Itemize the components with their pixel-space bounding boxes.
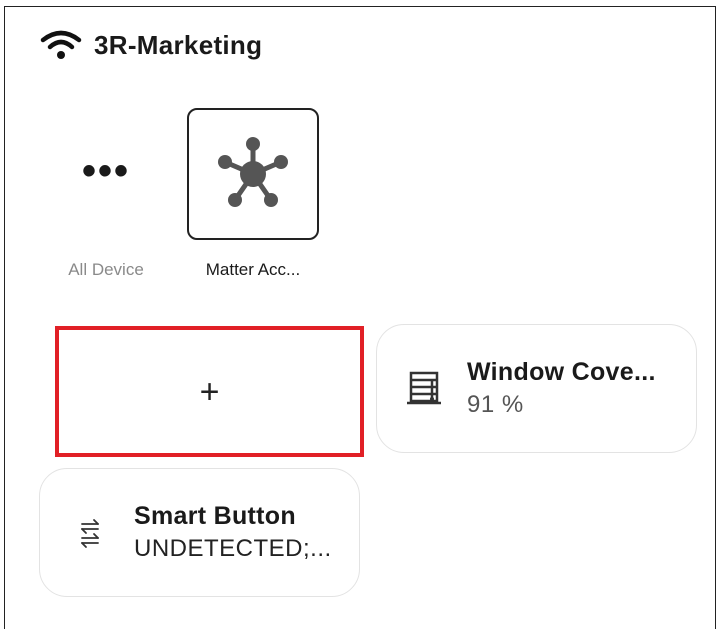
window-covering-icon	[407, 371, 441, 404]
add-device-button[interactable]: +	[55, 326, 364, 457]
plus-icon: +	[199, 372, 220, 411]
tab-matter-accessories[interactable]: Matter Acc...	[186, 108, 320, 280]
tab-label: Matter Acc...	[205, 260, 301, 279]
wifi-icon	[40, 30, 82, 59]
device-text: Window Cove... 91 %	[467, 358, 656, 419]
device-name: Window Cove...	[467, 358, 656, 386]
more-dots-icon: •••	[81, 149, 130, 193]
device-card-window-covering[interactable]: Window Cove... 91 %	[376, 324, 697, 453]
network-header[interactable]: 3R-Marketing	[40, 28, 262, 62]
device-status: 91 %	[467, 391, 524, 418]
device-card-smart-button[interactable]: Smart Button UNDETECTED;...	[39, 468, 360, 597]
device-name: Smart Button	[134, 502, 296, 530]
device-status: UNDETECTED;...	[134, 535, 332, 562]
matter-hub-icon	[218, 137, 288, 207]
tab-all-device[interactable]: ••• All Device	[52, 108, 160, 280]
device-text: Smart Button UNDETECTED;...	[134, 502, 332, 563]
swap-arrows-icon	[81, 518, 99, 548]
network-name: 3R-Marketing	[94, 29, 263, 60]
tab-all-device-icon-box: •••	[52, 108, 160, 240]
tab-matter-icon-box	[187, 108, 319, 240]
tab-label: All Device	[68, 260, 144, 279]
